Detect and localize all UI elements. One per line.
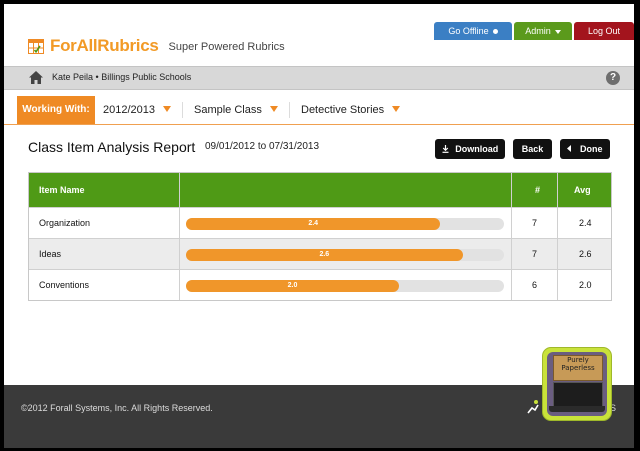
done-label: Done — [580, 144, 603, 154]
column-divider — [557, 173, 558, 300]
header-count: # — [535, 185, 541, 195]
purely-paperless-badge: Purely Paperless — [542, 347, 612, 421]
count-cell: 7 — [532, 218, 538, 228]
table-row: Organization 2.4 7 2.4 — [29, 207, 611, 239]
column-divider — [179, 173, 180, 300]
date-joiner: to — [257, 141, 267, 152]
score-bar-track: 2.6 — [186, 249, 504, 261]
score-bar: 2.4 — [186, 218, 441, 230]
badge-line-2: Paperless — [561, 364, 595, 372]
dropdown-arrow-icon — [163, 106, 171, 113]
user-name: Kate Peila — [52, 72, 94, 82]
badge-artwork: Purely Paperless — [547, 352, 607, 416]
admin-label: Admin — [525, 26, 551, 36]
avg-cell: 2.0 — [579, 280, 592, 290]
school-name: Billings Public Schools — [101, 72, 192, 82]
footer: ©2012 Forall Systems, Inc. All Rights Re… — [4, 385, 634, 448]
score-bar: 2.6 — [186, 249, 463, 261]
dropdown-arrow-icon — [269, 106, 278, 113]
download-label: Download — [455, 144, 499, 154]
date-start: 09/01/2012 — [205, 141, 256, 152]
user-bar: Kate Peila • Billings Public Schools ? — [4, 66, 634, 90]
home-icon[interactable] — [29, 71, 43, 84]
score-bar-track: 2.4 — [186, 218, 504, 230]
go-offline-button[interactable]: Go Offline — [434, 22, 512, 40]
log-out-label: Log Out — [587, 26, 621, 36]
column-divider — [511, 173, 512, 300]
badge-line-1: Purely — [567, 356, 589, 364]
table-row: Ideas 2.6 7 2.6 — [29, 238, 611, 270]
rubric-selector[interactable]: Detective Stories — [301, 96, 401, 124]
item-name-cell: Conventions — [39, 280, 90, 290]
dropdown-arrow-icon — [392, 106, 401, 113]
count-cell: 7 — [532, 249, 538, 259]
score-bar: 2.0 — [186, 280, 400, 292]
report-date-range: 09/01/2012 to 07/31/2013 — [205, 141, 319, 152]
avg-cell: 2.6 — [579, 249, 592, 259]
go-offline-label: Go Offline — [448, 26, 489, 36]
item-analysis-table: Item Name # Avg Organization 2.4 7 2.4 I… — [28, 172, 612, 301]
app-logo[interactable]: ForAllRubrics Super Powered Rubrics — [28, 36, 285, 55]
score-bar-track: 2.0 — [186, 280, 504, 292]
laptop-base — [549, 406, 605, 412]
table-header: Item Name # Avg — [29, 173, 611, 207]
download-button[interactable]: Download — [435, 139, 505, 159]
table-row: Conventions 2.0 6 2.0 — [29, 269, 611, 301]
date-end: 07/31/2013 — [268, 141, 320, 152]
year-value: 2012/2013 — [103, 104, 155, 116]
badge-text: Purely Paperless — [556, 356, 600, 372]
top-actions: Go Offline Admin Log Out — [432, 22, 634, 40]
window-frame: Go Offline Admin Log Out ForAllRubrics S… — [0, 0, 640, 451]
divider — [182, 102, 183, 118]
app-screen: Go Offline Admin Log Out ForAllRubrics S… — [4, 4, 634, 448]
class-value: Sample Class — [194, 104, 262, 116]
app-name: ForAllRubrics — [50, 36, 159, 55]
working-with-label: Working With: — [17, 96, 95, 124]
help-icon[interactable]: ? — [606, 71, 620, 85]
user-info: Kate Peila • Billings Public Schools — [52, 72, 191, 82]
item-name-cell: Organization — [39, 218, 91, 228]
top-header: Go Offline Admin Log Out ForAllRubrics S… — [4, 4, 634, 66]
back-button[interactable]: Back — [513, 139, 552, 159]
chevron-down-icon — [554, 29, 561, 34]
runner-logo-icon — [526, 399, 542, 415]
report-title: Class Item Analysis Report — [28, 139, 196, 155]
working-with-bar: Working With: 2012/2013 Sample Class Det… — [4, 96, 634, 125]
rubric-value: Detective Stories — [301, 104, 385, 116]
divider — [289, 102, 290, 118]
copyright-text: ©2012 Forall Systems, Inc. All Rights Re… — [21, 403, 213, 413]
done-button[interactable]: Done — [560, 139, 610, 159]
year-selector[interactable]: 2012/2013 — [103, 96, 171, 124]
class-selector[interactable]: Sample Class — [194, 96, 278, 124]
admin-menu-button[interactable]: Admin — [514, 22, 572, 40]
chevron-left-icon — [567, 144, 580, 154]
avg-cell: 2.4 — [579, 218, 592, 228]
rubric-grid-icon — [28, 38, 44, 54]
item-name-cell: Ideas — [39, 249, 62, 259]
count-cell: 6 — [532, 280, 538, 290]
status-dot-icon — [492, 29, 498, 35]
back-label: Back — [521, 144, 544, 154]
header-avg: Avg — [574, 185, 591, 195]
download-icon — [442, 144, 456, 154]
log-out-button[interactable]: Log Out — [574, 22, 634, 40]
header-item-name: Item Name — [39, 185, 85, 195]
laptop-icon — [553, 382, 603, 408]
app-tagline: Super Powered Rubrics — [168, 41, 285, 53]
separator-bullet: • — [95, 72, 99, 82]
